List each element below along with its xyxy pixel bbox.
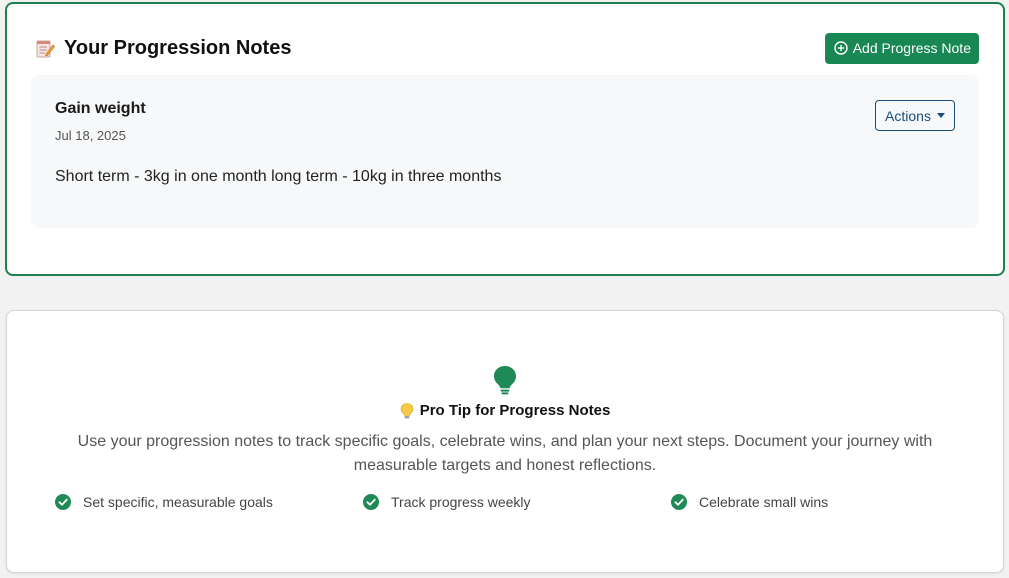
tip-item-label: Celebrate small wins	[699, 494, 829, 510]
actions-dropdown-button[interactable]: Actions	[875, 100, 955, 131]
tip-item-label: Track progress weekly	[391, 494, 531, 510]
notes-title-group: Your Progression Notes	[35, 37, 291, 60]
memo-icon	[36, 40, 55, 58]
list-item: Celebrate small wins	[671, 494, 979, 510]
check-circle-icon	[671, 494, 687, 510]
note-item: Gain weight Jul 18, 2025 Short term - 3k…	[31, 75, 979, 228]
list-item: Track progress weekly	[363, 494, 671, 510]
list-item: Set specific, measurable goals	[55, 494, 363, 510]
tip-item-label: Set specific, measurable goals	[83, 494, 273, 510]
actions-label: Actions	[885, 107, 931, 124]
pro-tip-card: Pro Tip for Progress Notes Use your prog…	[6, 310, 1004, 573]
caret-down-icon	[936, 113, 945, 118]
lightbulb-icon	[494, 366, 516, 395]
tip-checklist: Set specific, measurable goals Track pro…	[55, 494, 979, 510]
notes-header: Your Progression Notes Add Progress Note	[35, 32, 979, 64]
plus-circle-icon	[834, 41, 848, 55]
lightbulb-emoji-icon	[400, 402, 413, 418]
add-progress-note-button[interactable]: Add Progress Note	[824, 32, 979, 64]
tip-title-group: Pro Tip for Progress Notes	[7, 402, 1003, 419]
note-title: Gain weight	[55, 100, 146, 117]
page-title: Your Progression Notes	[64, 36, 292, 59]
tip-title: Pro Tip for Progress Notes	[419, 402, 611, 419]
note-body: Short term - 3kg in one month long term …	[55, 168, 502, 185]
add-progress-note-label: Add Progress Note	[852, 40, 971, 56]
check-circle-icon	[55, 494, 71, 510]
check-circle-icon	[363, 494, 379, 510]
tip-description: Use your progression notes to track spec…	[77, 433, 933, 474]
progression-notes-card: Your Progression Notes Add Progress Note…	[5, 2, 1005, 276]
note-date: Jul 18, 2025	[55, 128, 126, 143]
